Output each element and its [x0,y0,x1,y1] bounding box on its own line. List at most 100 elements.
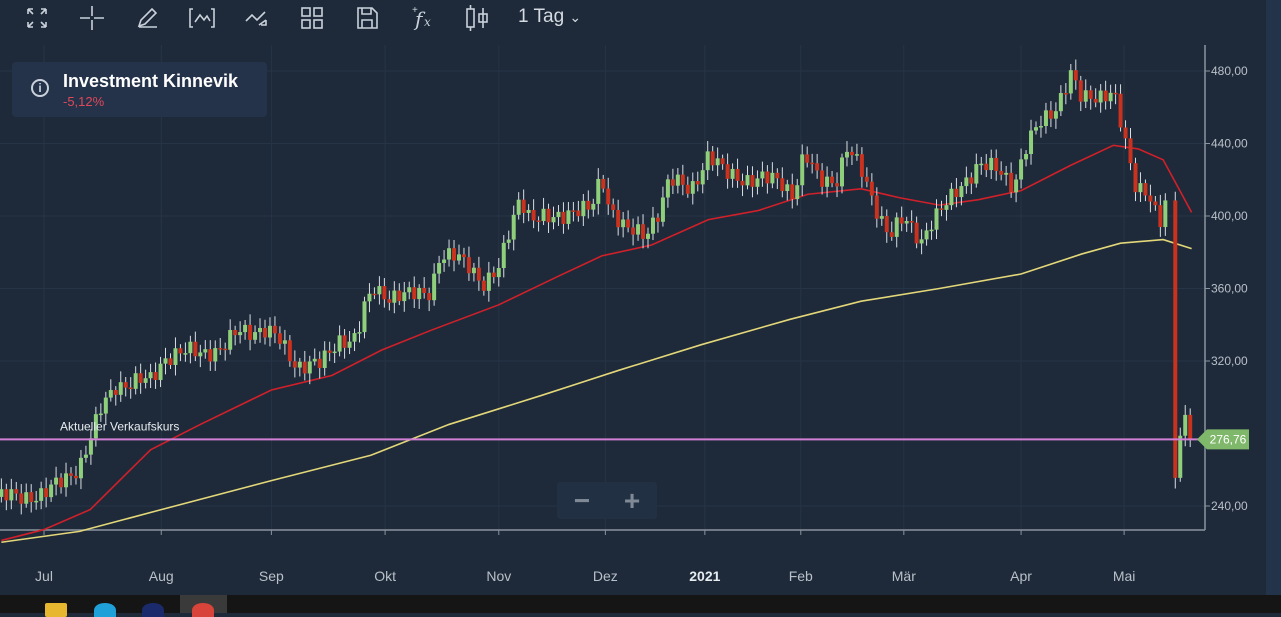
save-icon[interactable] [352,4,382,32]
candle [437,255,442,284]
info-icon[interactable]: i [31,79,49,97]
zoom-out-button[interactable]: − [557,482,607,519]
file-explorer-icon[interactable] [45,603,67,617]
candle-body [352,333,357,342]
candle [277,326,282,350]
candle-body [954,188,959,198]
layout-grid-icon[interactable] [297,4,327,32]
y-tick-label: 320,00 [1211,354,1248,368]
candle-body [1163,200,1168,228]
candle-body [267,325,272,338]
candle-body [1004,172,1009,175]
candle-body [526,209,531,213]
edge-icon[interactable] [94,603,116,617]
candle [660,186,665,227]
candle-body [213,348,218,362]
candle [178,344,183,362]
pencil-icon[interactable] [132,4,162,32]
candle [362,296,367,339]
candle-body [745,175,750,186]
fullscreen-icon[interactable] [22,4,52,32]
trend-icon[interactable] [242,4,272,32]
candle-body [909,220,914,223]
candle [1068,63,1073,100]
candle [735,158,740,188]
candle-body [874,195,879,219]
x-tick-label: Okt [374,568,396,584]
candle-body [576,210,581,217]
candle [616,199,621,236]
right-panel [1266,0,1281,595]
candle [83,445,88,463]
candle-body [501,242,506,269]
x-tick-label: 2021 [689,568,720,584]
chart-range-icon[interactable] [187,4,217,32]
candle [586,190,591,219]
candle-body [934,208,939,230]
candle [407,281,412,300]
candle-body [1053,111,1058,119]
current-price-value: 276,76 [1210,432,1247,446]
candle-body [327,350,332,353]
y-tick-label: 440,00 [1211,137,1248,151]
candle-body [412,287,417,300]
candle [631,218,636,246]
candle-body [59,477,64,488]
candle [869,173,874,206]
candle [19,484,24,515]
candle-body [357,332,362,334]
candle-body [974,164,979,184]
x-tick-label: Feb [789,568,813,584]
candle-body [44,488,49,498]
candle-body [820,170,825,187]
candle-body [243,324,248,333]
candle [59,473,64,494]
candle-body [287,340,292,362]
candle [859,147,864,188]
chrome-taskbar-button[interactable] [180,595,227,617]
app-icon[interactable] [142,603,164,617]
candle-body [650,217,655,234]
candle-body [994,157,999,171]
candle [496,257,501,287]
function-icon[interactable]: f x + [407,4,437,32]
instrument-title: Investment Kinnevik [63,71,239,91]
interval-dropdown[interactable]: 1 Tag ⌄ [518,6,581,28]
candle-body [720,158,725,165]
candle [347,331,352,355]
candle [143,369,148,389]
candle-body [272,325,277,334]
candle [506,230,511,250]
candlestick-icon[interactable] [462,4,492,32]
candle-body [536,220,541,222]
crosshair-icon[interactable] [77,4,107,32]
candle-body [725,164,730,179]
candle-body [377,286,382,295]
candle-body [1188,414,1193,440]
candle [815,153,820,179]
candle-body [889,232,894,237]
candle [989,149,994,179]
candle-body [417,287,422,300]
candle-body [1043,110,1048,127]
candle-body [591,203,596,210]
candle-body [556,211,561,218]
candle [248,314,253,351]
candle [491,266,496,284]
candle [88,429,93,465]
candle [1048,101,1053,128]
candle-body [262,328,267,338]
candle-body [864,176,869,182]
candle [108,379,113,402]
x-tick-label: Sep [259,568,284,584]
candle [750,166,755,198]
candle-body [382,286,387,300]
candle [810,153,815,174]
candle-body [1133,163,1138,193]
candle-body [422,287,427,294]
zoom-in-button[interactable]: + [607,482,657,519]
candle-body [248,324,253,340]
candle [352,328,357,352]
candle [332,343,337,364]
candle [526,204,531,222]
